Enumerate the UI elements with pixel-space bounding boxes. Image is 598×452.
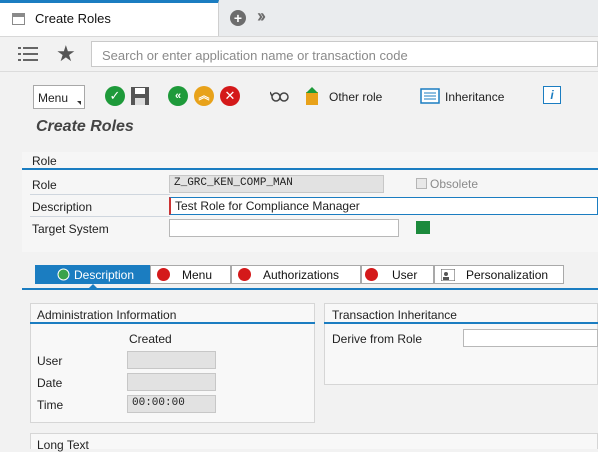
created-label: Created (129, 332, 172, 346)
new-tab-icon[interactable]: + (230, 10, 246, 26)
exit-icon[interactable]: ︽ (194, 86, 214, 106)
cancel-icon[interactable]: ✕ (220, 86, 240, 106)
other-role-button[interactable]: Other role (329, 90, 382, 104)
search-input[interactable]: Search or enter application name or tran… (91, 41, 598, 67)
checkmark-icon[interactable]: ✓ (105, 86, 125, 106)
description-globe-icon (57, 268, 70, 281)
error-status-icon (238, 268, 251, 281)
time-label: Time (37, 398, 64, 412)
personalization-icon (441, 269, 455, 281)
tab-user-label: User (392, 268, 418, 282)
divider (30, 194, 170, 195)
toolbar: Menu ✓ « ︽ ✕ Other role Inheritance i (0, 78, 598, 116)
long-text-header: Long Text (37, 438, 89, 452)
tab-strip: Create Roles + ›› (0, 0, 598, 37)
role-group-rule (22, 168, 598, 170)
subtab-rule (22, 288, 598, 290)
tab-authorizations-label: Authorizations (263, 268, 340, 282)
inheritance-button[interactable]: Inheritance (445, 90, 504, 104)
page-title: Create Roles (36, 118, 134, 135)
target-system-label: Target System (32, 222, 109, 236)
divider (30, 216, 170, 217)
inheritance-icon[interactable] (420, 86, 440, 106)
description-label: Description (32, 200, 93, 214)
role-label: Role (32, 178, 57, 192)
derive-from-role-label: Derive from Role (332, 332, 423, 346)
menu-button-label: Menu (38, 91, 69, 105)
tab-menu-label: Menu (182, 268, 213, 282)
long-text-panel (30, 433, 598, 449)
user-label: User (37, 354, 63, 368)
menu-list-icon[interactable] (18, 46, 38, 62)
tab-title: Create Roles (35, 11, 111, 26)
transaction-inheritance-header: Transaction Inheritance (332, 308, 457, 322)
time-field[interactable]: 00:00:00 (127, 395, 216, 413)
role-group-header: Role (32, 154, 57, 168)
tab-authorizations[interactable]: Authorizations (231, 265, 361, 284)
user-field[interactable] (127, 351, 216, 369)
search-bar-row: ★ Search or enter application name or tr… (0, 37, 598, 72)
back-icon[interactable]: « (168, 86, 188, 106)
info-icon[interactable]: i (543, 86, 561, 104)
role-field[interactable]: Z_GRC_KEN_COMP_MAN (169, 175, 384, 193)
obsolete-checkbox[interactable] (416, 178, 427, 189)
description-field[interactable]: Test Role for Compliance Manager (169, 197, 598, 215)
tab-menu[interactable]: Menu (150, 265, 231, 284)
tab-personalization[interactable]: Personalization (434, 265, 564, 284)
date-field[interactable] (127, 373, 216, 391)
tab-personalization-label: Personalization (466, 268, 549, 282)
status-green-indicator (416, 221, 430, 234)
target-system-field[interactable] (169, 219, 399, 237)
chevron-right-icon[interactable]: ›› (257, 6, 266, 27)
tab-description[interactable]: Description (35, 265, 150, 284)
admin-info-rule (30, 322, 315, 324)
menu-button[interactable]: Menu (33, 85, 85, 109)
caret-down-icon (77, 101, 81, 105)
window-icon (12, 13, 25, 25)
error-status-icon (157, 268, 170, 281)
tab-create-roles[interactable]: Create Roles (0, 0, 219, 36)
date-label: Date (37, 376, 63, 390)
favorites-star-icon[interactable]: ★ (56, 41, 76, 67)
obsolete-label: Obsolete (430, 177, 479, 191)
active-tab-pointer (88, 284, 98, 289)
admin-info-header: Administration Information (37, 308, 177, 322)
tab-description-label: Description (74, 268, 135, 282)
transaction-inheritance-rule (324, 322, 598, 324)
tab-user[interactable]: User (361, 265, 434, 284)
other-role-icon[interactable] (302, 86, 322, 106)
save-icon[interactable] (130, 86, 150, 106)
derive-from-role-field[interactable] (463, 329, 598, 347)
display-glasses-icon[interactable] (270, 86, 290, 106)
error-status-icon (365, 268, 378, 281)
